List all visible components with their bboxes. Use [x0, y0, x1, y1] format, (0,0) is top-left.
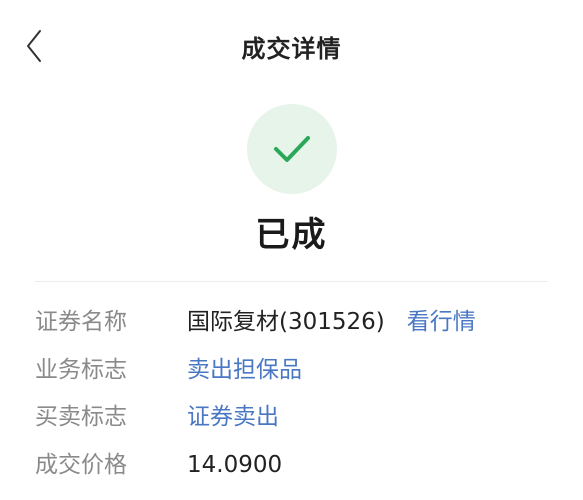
- detail-row-trade-direction: 买卖标志 证券卖出: [35, 400, 563, 434]
- status-icon-circle: [247, 104, 337, 194]
- trade-price-value: 14.0900: [187, 452, 283, 478]
- detail-row-trade-price: 成交价格 14.0900: [35, 448, 563, 482]
- security-name-value: 国际复材(301526): [187, 309, 385, 335]
- row-label: 买卖标志: [35, 404, 127, 430]
- trade-direction-value: 证券卖出: [187, 404, 279, 430]
- trade-detail-page: 成交详情 已成 证券名称 国际复材(301526) 看行情 业务标志 卖出担保品 …: [0, 0, 583, 500]
- detail-row-security-name: 证券名称 国际复材(301526) 看行情: [35, 305, 563, 339]
- row-label: 证券名称: [35, 309, 127, 335]
- row-label: 业务标志: [35, 357, 127, 383]
- detail-row-business-flag: 业务标志 卖出担保品: [35, 353, 563, 387]
- page-title: 成交详情: [241, 35, 342, 63]
- nav-bar: 成交详情: [0, 0, 583, 92]
- view-quote-link[interactable]: 看行情: [407, 309, 476, 335]
- row-label: 成交价格: [35, 452, 127, 478]
- business-flag-value: 卖出担保品: [187, 357, 302, 383]
- check-icon: [274, 136, 310, 162]
- status-text: 已成: [255, 215, 328, 255]
- row-value: 国际复材(301526) 看行情: [187, 305, 476, 339]
- divider: [35, 281, 548, 282]
